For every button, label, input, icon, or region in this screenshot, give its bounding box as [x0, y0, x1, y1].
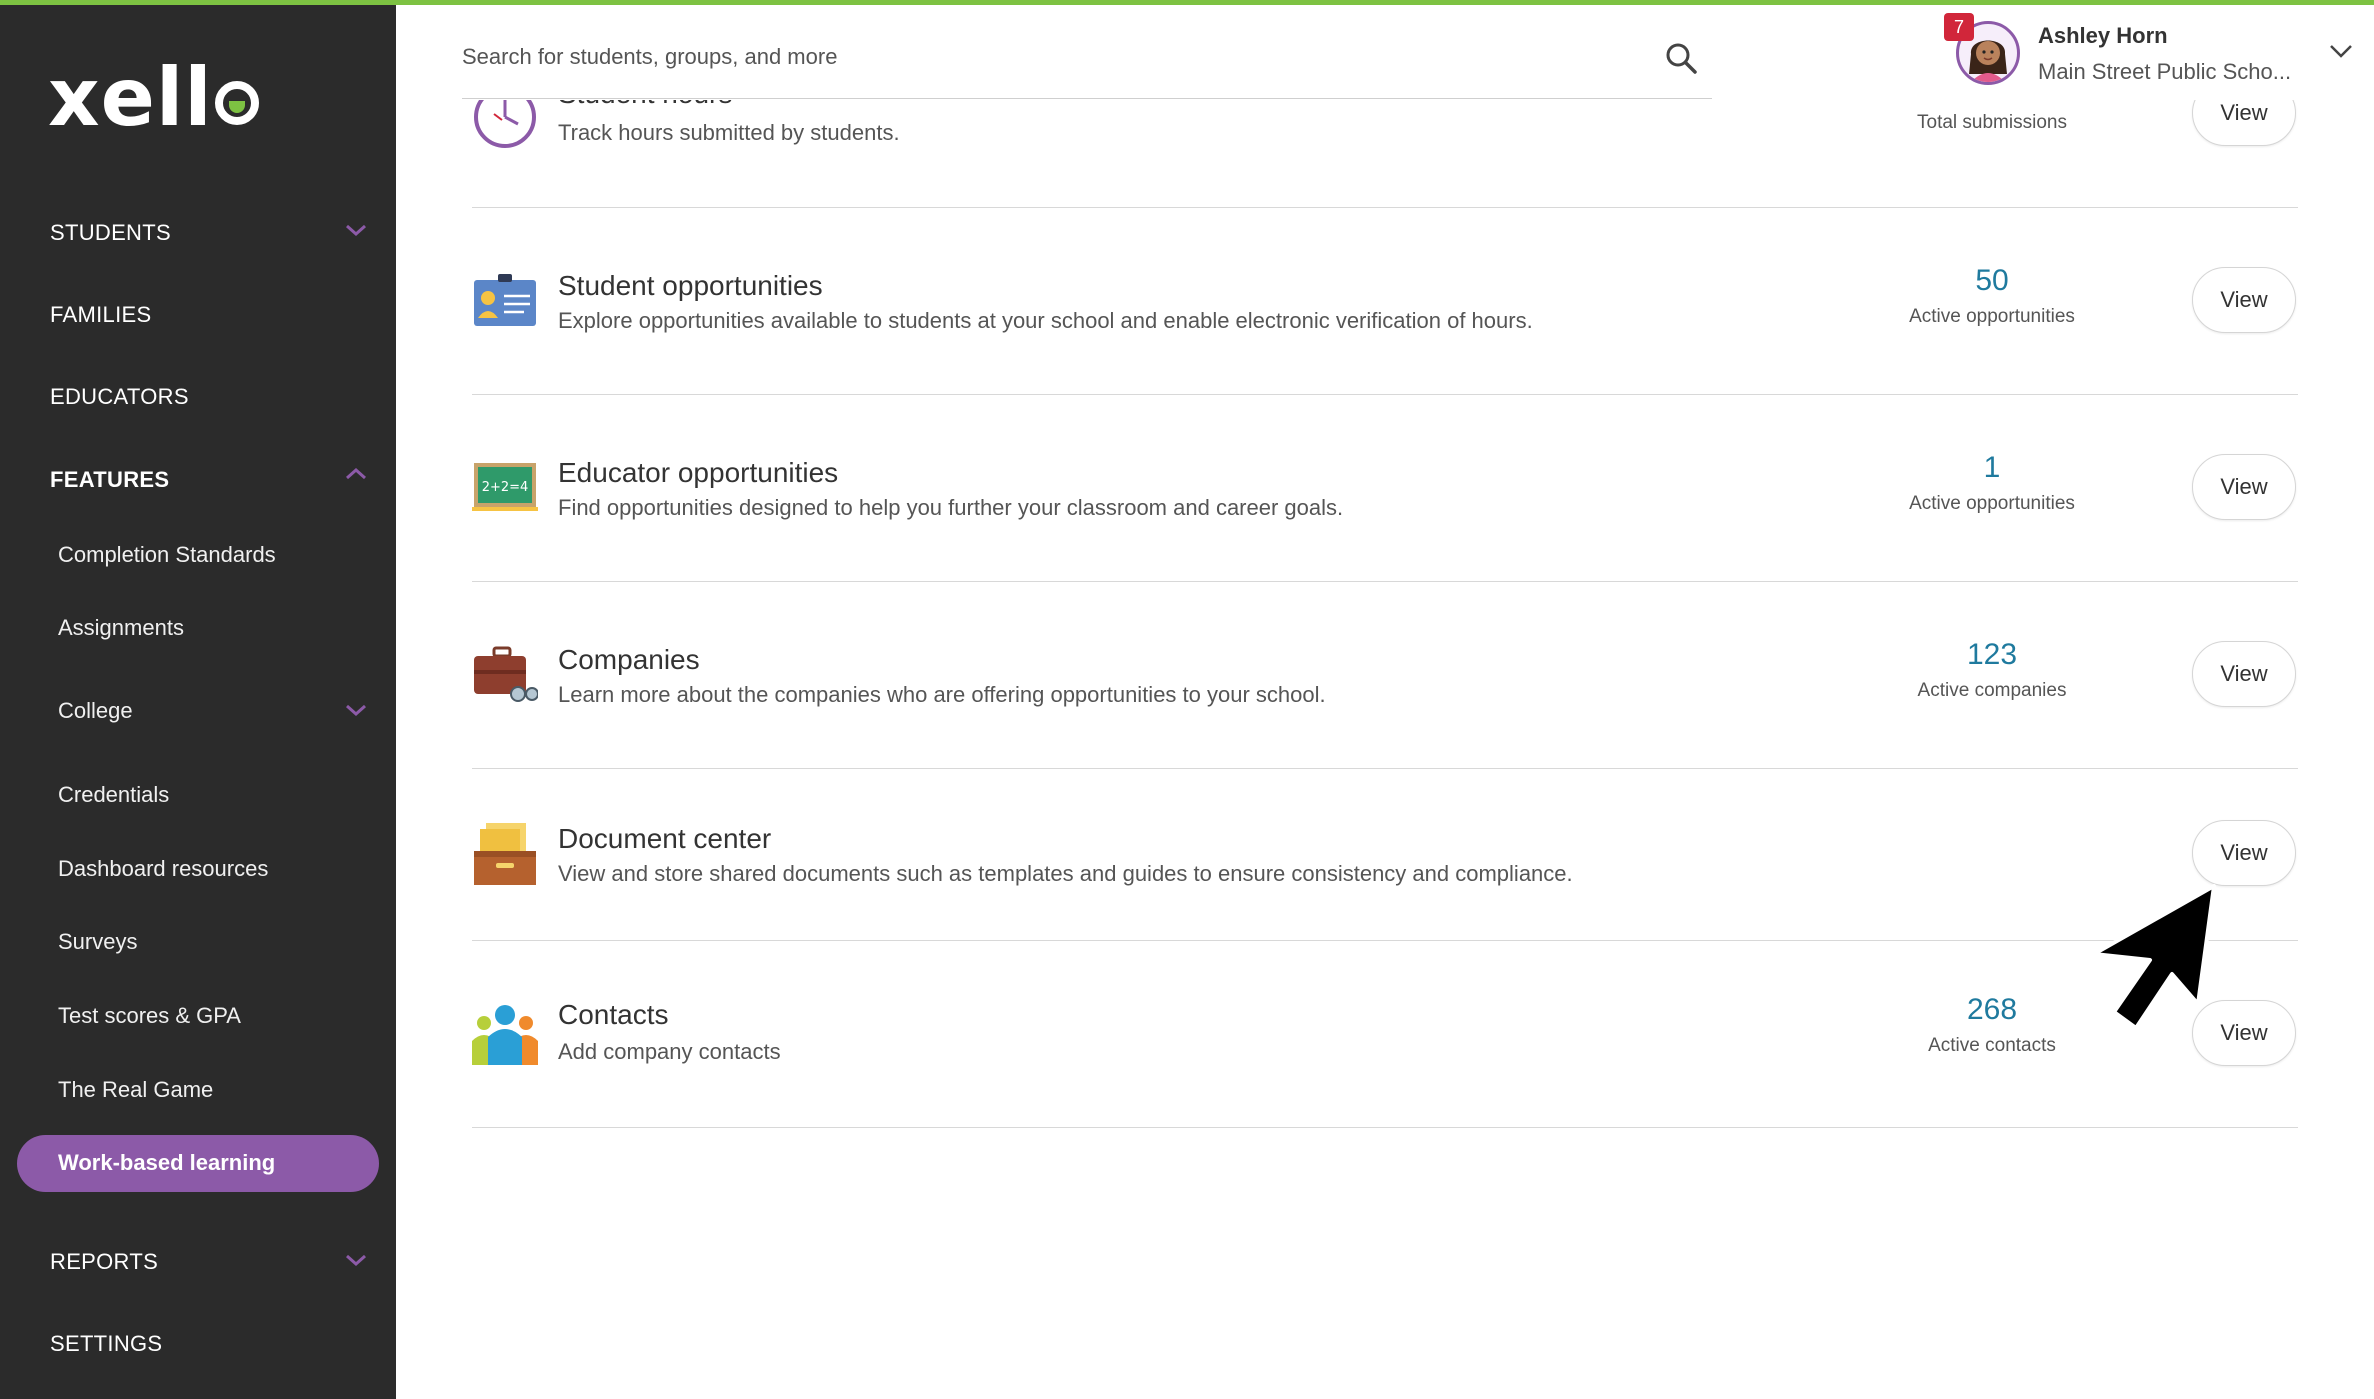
user-name[interactable]: Ashley Horn	[2038, 23, 2168, 49]
feature-description: Explore opportunities available to stude…	[558, 308, 1533, 333]
feature-row-companies: Companies Learn more about the companies…	[472, 582, 2298, 769]
view-button[interactable]: View	[2192, 820, 2296, 886]
feature-stat-label: Total submissions	[1917, 112, 2067, 133]
feature-description: Add company contacts	[558, 1039, 781, 1064]
nav-work-based-learning-label: Work-based learning	[58, 1150, 276, 1175]
feature-title: Student opportunities	[558, 270, 823, 301]
nav-the-real-game[interactable]: The Real Game	[58, 1077, 213, 1103]
nav-reports[interactable]: REPORTS	[50, 1249, 158, 1275]
nav-educators[interactable]: EDUCATORS	[50, 384, 189, 410]
mouse-cursor-icon	[2092, 880, 2224, 1030]
nav-settings[interactable]: SETTINGS	[50, 1331, 162, 1357]
feature-title: Educator opportunities	[558, 457, 839, 488]
id-card-icon	[472, 270, 538, 336]
notification-badge[interactable]: 7	[1944, 13, 1974, 41]
nav-test-scores-gpa[interactable]: Test scores & GPA	[58, 1003, 241, 1029]
feature-stat-value: 50	[1975, 264, 2009, 297]
chevron-down-icon[interactable]	[344, 222, 366, 240]
feature-row-document-center: Document center View and store shared do…	[472, 769, 2298, 941]
feature-description: Find opportunities designed to help you …	[558, 495, 1344, 520]
feature-row-student-opportunities: Student opportunities Explore opportunit…	[472, 208, 2298, 395]
nav-assignments[interactable]: Assignments	[58, 615, 184, 641]
nav-features[interactable]: FEATURES	[50, 467, 169, 493]
feature-stat-label: Active contacts	[1928, 1035, 2056, 1056]
feature-stat-value: 123	[1966, 638, 2018, 671]
chevron-up-icon[interactable]	[344, 466, 366, 484]
chevron-down-icon[interactable]	[2328, 43, 2354, 64]
feature-description: Track hours submitted by students.	[558, 120, 900, 145]
sidebar: xell STUDENTS FAMILIES EDUCATORS FEATURE…	[0, 0, 396, 1399]
chalkboard-icon: 2+2=4	[472, 455, 538, 521]
nav-college[interactable]: College	[58, 698, 133, 724]
feature-stat-value: 268	[1966, 993, 2018, 1026]
search-icon[interactable]	[1664, 41, 1698, 75]
nav-dashboard-resources[interactable]: Dashboard resources	[58, 856, 268, 882]
view-button[interactable]: View	[2192, 267, 2296, 333]
user-school[interactable]: Main Street Public Scho...	[2038, 59, 2308, 85]
top-accent-line	[0, 0, 2374, 5]
nav-families[interactable]: FAMILIES	[50, 302, 151, 328]
xello-logo[interactable]: xell	[48, 58, 259, 138]
feature-stat: 1 Active opportunities	[1892, 451, 2092, 515]
feature-stat-value: 1	[1983, 451, 2001, 484]
nav-students[interactable]: STUDENTS	[50, 220, 171, 246]
top-header: 7 Ashley Horn Main Street Public Scho...	[396, 5, 2374, 100]
feature-stat-label: Active companies	[1917, 680, 2067, 701]
briefcase-icon	[472, 644, 539, 710]
feature-row-educator-opportunities: 2+2=4 Educator opportunities Find opport…	[472, 395, 2298, 582]
file-drawer-icon	[472, 821, 538, 887]
feature-stat: 268 Active contacts	[1892, 993, 2092, 1057]
feature-stat: 123 Active companies	[1892, 638, 2092, 702]
search-input[interactable]	[462, 37, 1622, 77]
feature-stat-label: Active opportunities	[1909, 493, 2075, 514]
nav-surveys[interactable]: Surveys	[58, 929, 137, 955]
feature-description: Learn more about the companies who are o…	[558, 682, 1326, 707]
nav-credentials[interactable]: Credentials	[58, 782, 169, 808]
contacts-icon	[472, 1001, 538, 1067]
chevron-down-icon[interactable]	[344, 702, 366, 720]
nav-work-based-learning[interactable]: Work-based learning	[17, 1135, 379, 1192]
view-button[interactable]: View	[2192, 454, 2296, 520]
feature-title: Contacts	[558, 999, 669, 1030]
feature-title: Companies	[558, 644, 700, 675]
feature-row-contacts: Contacts Add company contacts 268 Active…	[472, 941, 2298, 1128]
feature-title: Document center	[558, 823, 772, 854]
feature-stat: 50 Active opportunities	[1892, 264, 2092, 328]
nav-completion-standards[interactable]: Completion Standards	[58, 542, 276, 568]
svg-text:2+2=4: 2+2=4	[482, 480, 529, 495]
view-button[interactable]: View	[2192, 641, 2296, 707]
chevron-down-icon[interactable]	[344, 1252, 366, 1270]
search-bar	[462, 17, 1712, 99]
logo-o-mark	[214, 81, 259, 125]
feature-stat-label: Active opportunities	[1909, 306, 2075, 327]
feature-description: View and store shared documents such as …	[558, 861, 1573, 886]
